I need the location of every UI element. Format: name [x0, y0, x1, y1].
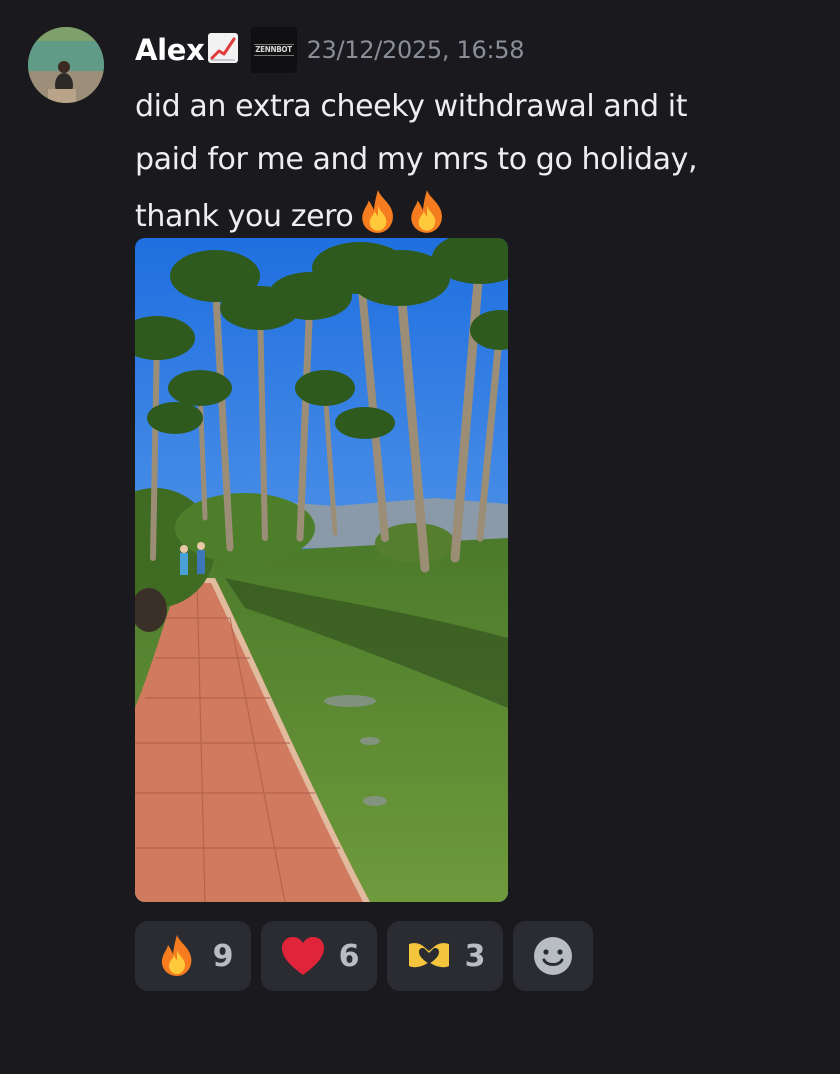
message-line: did an extra cheeky withdrawal and it [135, 89, 688, 124]
reaction-count: 9 [212, 938, 234, 974]
reaction-fire[interactable]: 9 [135, 921, 251, 991]
message-header: Alex ZENNBOT 23/12/2025, 16:58 [135, 27, 525, 73]
role-badge-label: ZENNBOT [253, 44, 294, 56]
fire-icon [353, 186, 403, 238]
message-line: thank you zero [135, 186, 785, 243]
reactions-bar: 9 6 3 [135, 921, 593, 991]
add-reaction-button[interactable] [513, 921, 593, 991]
message-content: did an extra cheeky withdrawal and it pa… [135, 80, 785, 243]
heart-hands-icon [405, 932, 453, 980]
timestamp: 23/12/2025, 16:58 [306, 36, 525, 64]
avatar[interactable] [28, 27, 104, 103]
chart-increasing-icon [207, 31, 239, 65]
chat-message: Alex ZENNBOT 23/12/2025, 16:58 did an ex… [0, 0, 840, 1074]
image-attachment[interactable] [135, 238, 508, 902]
message-line-text: thank you zero [135, 199, 354, 234]
reaction-heart-hands[interactable]: 3 [387, 921, 503, 991]
reaction-red-heart[interactable]: 6 [261, 921, 377, 991]
red-heart-icon [279, 932, 327, 980]
reaction-count: 6 [338, 938, 360, 974]
reaction-count: 3 [464, 938, 486, 974]
fire-icon [402, 186, 452, 238]
smiley-add-reaction-icon [529, 932, 577, 980]
fire-icon [153, 932, 201, 980]
username[interactable]: Alex [135, 33, 205, 67]
role-badge[interactable]: ZENNBOT [250, 27, 297, 73]
message-line: paid for me and my mrs to go holiday, [135, 142, 698, 177]
